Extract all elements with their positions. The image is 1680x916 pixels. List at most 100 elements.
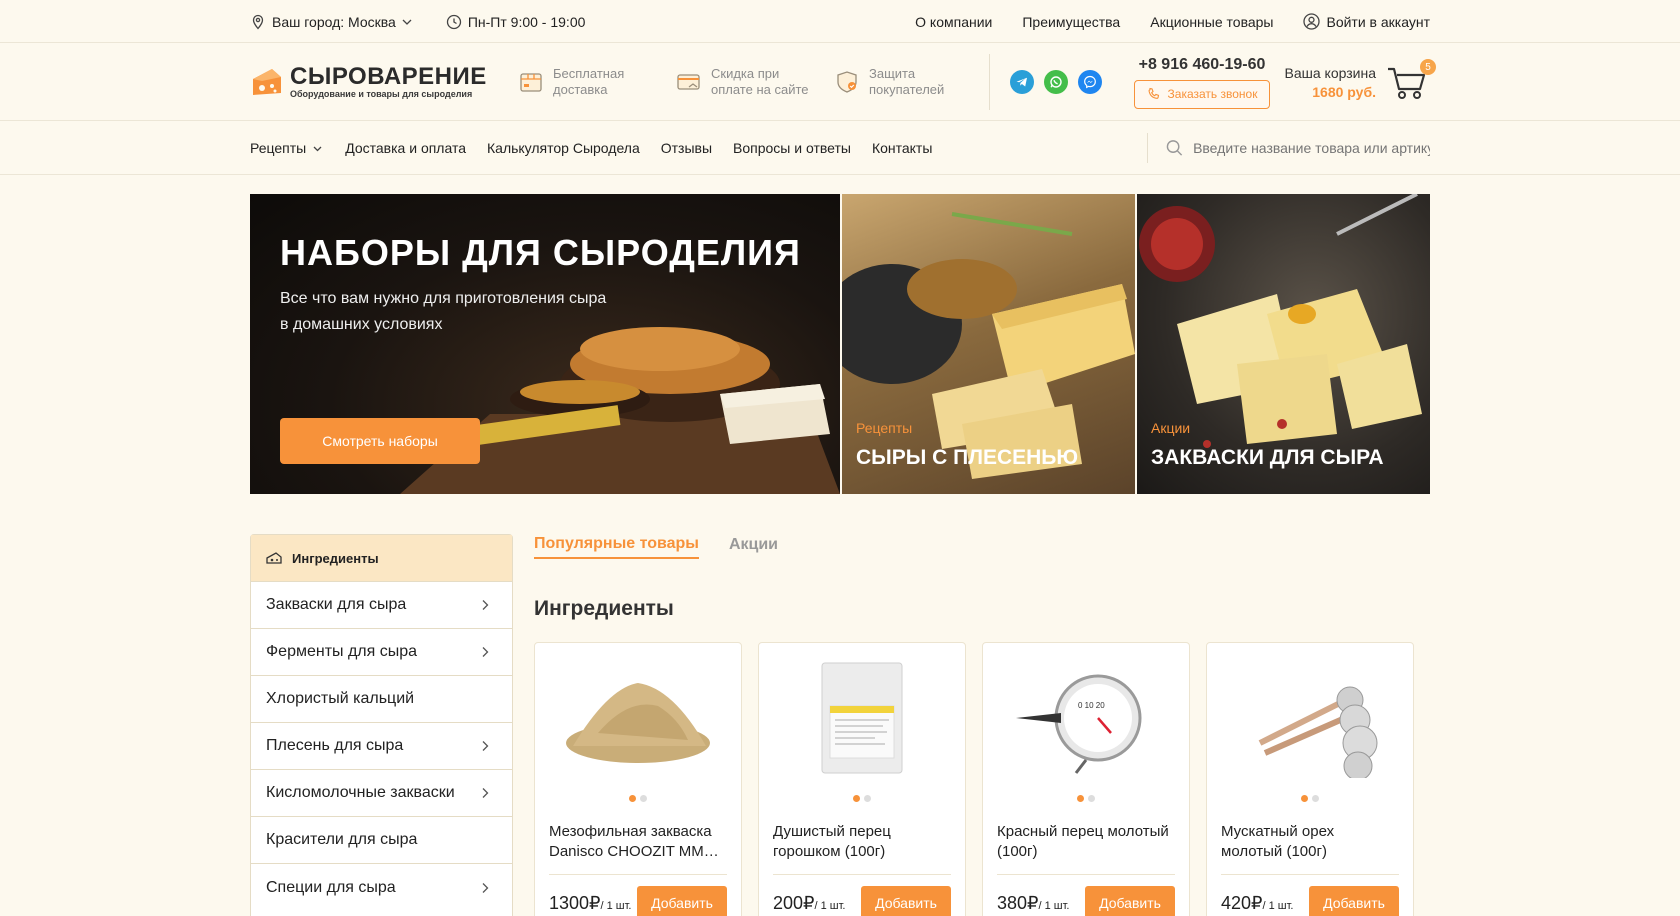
phone-number[interactable]: +8 916 460-19-60 (1134, 56, 1270, 74)
price-unit: / 1 шт. (1262, 899, 1294, 912)
telegram-icon[interactable] (1010, 70, 1034, 94)
sidebar-item[interactable]: Специи для сыра (251, 864, 512, 911)
sidebar-heading-label: Ингредиенты (292, 550, 379, 566)
chevron-down-icon (313, 146, 322, 151)
banner-cheese-starters[interactable]: Акции ЗАКВАСКИ ДЛЯ СЫРА (1137, 194, 1430, 494)
contact-block: +8 916 460-19-60 Заказать звонок (1134, 56, 1270, 109)
product-title[interactable]: Мезофильная закваска Danisco CHOOZIT MM… (535, 822, 741, 862)
working-hours: Пн-Пт 9:00 - 19:00 (446, 14, 585, 30)
feature-protection: Защита покупателей (833, 66, 969, 98)
banner-mold-cheeses[interactable]: Рецепты СЫРЫ С ПЛЕСЕНЬЮ (842, 194, 1135, 494)
link-promo-products[interactable]: Акционные товары (1150, 14, 1273, 30)
delivery-box-icon (520, 73, 542, 92)
banner-title: ЗАКВАСКИ ДЛЯ СЫРА (1151, 446, 1384, 469)
product-image[interactable] (1207, 643, 1413, 793)
location-pin-icon (252, 14, 264, 29)
sidebar-item-label: Хлористый кальций (266, 690, 415, 707)
price-unit: / 1 шт. (600, 899, 632, 912)
price-value: 200₽ (773, 892, 815, 913)
search-input[interactable] (1193, 140, 1430, 156)
divider (1221, 874, 1399, 875)
nav-faq[interactable]: Вопросы и ответы (733, 140, 851, 156)
product-image[interactable] (759, 643, 965, 793)
product-price: 1300₽/ 1 шт. (549, 893, 632, 914)
svg-text:0 10 20: 0 10 20 (1078, 701, 1105, 710)
view-sets-button[interactable]: Смотреть наборы (280, 418, 480, 464)
sidebar-item[interactable]: Закваски для сыра (251, 582, 512, 629)
tab-promo[interactable]: Акции (729, 536, 778, 558)
shield-icon (837, 71, 857, 93)
product-tabs: Популярные товары Акции (534, 534, 1430, 560)
product-card[interactable]: Мускатный орех молотый (100г) 420₽/ 1 шт. Д… (1206, 642, 1414, 916)
slider-dot[interactable] (1077, 795, 1084, 802)
cart[interactable]: Ваша корзина 1680 руб. 5 (1285, 59, 1436, 103)
city-selector[interactable]: Ваш город: Москва (250, 14, 420, 30)
callback-button[interactable]: Заказать звонок (1134, 79, 1270, 109)
sidebar-item-label: Красители для сыра (266, 831, 418, 848)
product-title-line: горошком (100г) (773, 843, 886, 860)
product-title-line: Мезофильная закваска (549, 823, 712, 840)
nav-recipes[interactable]: Рецепты (250, 140, 324, 156)
product-title[interactable]: Душистый перец горошком (100г) (759, 822, 965, 862)
slider-dot[interactable] (864, 795, 871, 802)
nav-calculator[interactable]: Калькулятор Сыродела (487, 140, 640, 156)
product-image[interactable] (535, 643, 741, 793)
slider-dot[interactable] (1301, 795, 1308, 802)
tab-popular[interactable]: Популярные товары (534, 535, 699, 559)
sidebar-item[interactable]: Красители для сыра (251, 817, 512, 864)
feature-line: покупателей (869, 82, 945, 97)
product-image[interactable]: 0 10 20 (983, 643, 1189, 793)
logo-tagline: Оборудование и товары для сыроделия (290, 89, 473, 99)
nav-reviews[interactable]: Отзывы (661, 140, 712, 156)
messenger-icon[interactable] (1078, 70, 1102, 94)
feature-line: оплате на сайте (711, 82, 809, 97)
product-title[interactable]: Красный перец молотый (100г) (983, 822, 1189, 862)
sidebar-item[interactable]: Хлористый кальций (251, 676, 512, 723)
hero-banner[interactable]: НАБОРЫ ДЛЯ СЫРОДЕЛИЯ Все что вам нужно д… (250, 194, 840, 494)
top-bar: Ваш город: Москва Пн-Пт 9:00 - 19:00 О к… (0, 0, 1680, 43)
banners: НАБОРЫ ДЛЯ СЫРОДЕЛИЯ Все что вам нужно д… (250, 194, 1430, 494)
nav-delivery[interactable]: Доставка и оплата (345, 140, 466, 156)
image-slider-dots (1207, 795, 1413, 802)
product-area: Популярные товары Акции Ингредиенты Мезо… (534, 534, 1430, 916)
sidebar-heading[interactable]: Ингредиенты (251, 535, 512, 582)
link-advantages[interactable]: Преимущества (1022, 14, 1120, 30)
logo[interactable]: СЫРОВАРЕНИЕ Оборудование и товары для сы… (250, 65, 495, 99)
sidebar-item[interactable]: Ферменты для сыра (251, 629, 512, 676)
search-icon[interactable] (1166, 139, 1183, 157)
chevron-down-icon (402, 19, 412, 25)
banner-category: Акции (1151, 420, 1191, 436)
callback-label: Заказать звонок (1167, 87, 1258, 101)
main-nav: Рецепты Доставка и оплата Калькулятор Сы… (0, 121, 1680, 175)
slider-dot[interactable] (640, 795, 647, 802)
slider-dot[interactable] (853, 795, 860, 802)
sidebar-item-label: Ферменты для сыра (266, 643, 418, 660)
add-to-cart-button[interactable]: Добавить (861, 886, 951, 916)
product-photo (566, 683, 710, 763)
product-card[interactable]: 0 10 20 Красный перец молотый (100г) 380₽/ … (982, 642, 1190, 916)
product-title-line: Мускатный орех (1221, 823, 1335, 840)
chevron-right-icon (482, 788, 489, 798)
slider-dot[interactable] (1088, 795, 1095, 802)
product-title[interactable]: Мускатный орех молотый (100г) (1207, 822, 1413, 862)
sidebar-item-label: Специи для сыра (266, 878, 396, 896)
slider-dot[interactable] (1312, 795, 1319, 802)
add-to-cart-button[interactable]: Добавить (637, 886, 727, 916)
product-title-line: (100г) (997, 843, 1038, 860)
nav-contacts[interactable]: Контакты (872, 140, 932, 156)
sidebar-item[interactable]: Плесень для сыра (251, 723, 512, 770)
add-to-cart-button[interactable]: Добавить (1085, 886, 1175, 916)
product-card[interactable]: Мезофильная закваска Danisco CHOOZIT MM… 1… (534, 642, 742, 916)
sidebar-item[interactable]: Кисломолочные закваски (251, 770, 512, 817)
product-photo: 0 10 20 (1016, 674, 1142, 774)
feature-line: Защита (869, 66, 916, 81)
hero-title: НАБОРЫ ДЛЯ СЫРОДЕЛИЯ (280, 232, 801, 273)
product-card[interactable]: Душистый перец горошком (100г) 200₽/ 1 шт.… (758, 642, 966, 916)
add-to-cart-button[interactable]: Добавить (1309, 886, 1399, 916)
link-about[interactable]: О компании (915, 14, 992, 30)
whatsapp-icon[interactable] (1044, 70, 1068, 94)
banner-title: СЫРЫ С ПЛЕСЕНЬЮ (856, 446, 1079, 469)
slider-dot[interactable] (629, 795, 636, 802)
login-link[interactable]: Войти в аккаунт (1303, 13, 1430, 30)
product-title-line: Danisco CHOOZIT MM… (549, 843, 719, 860)
